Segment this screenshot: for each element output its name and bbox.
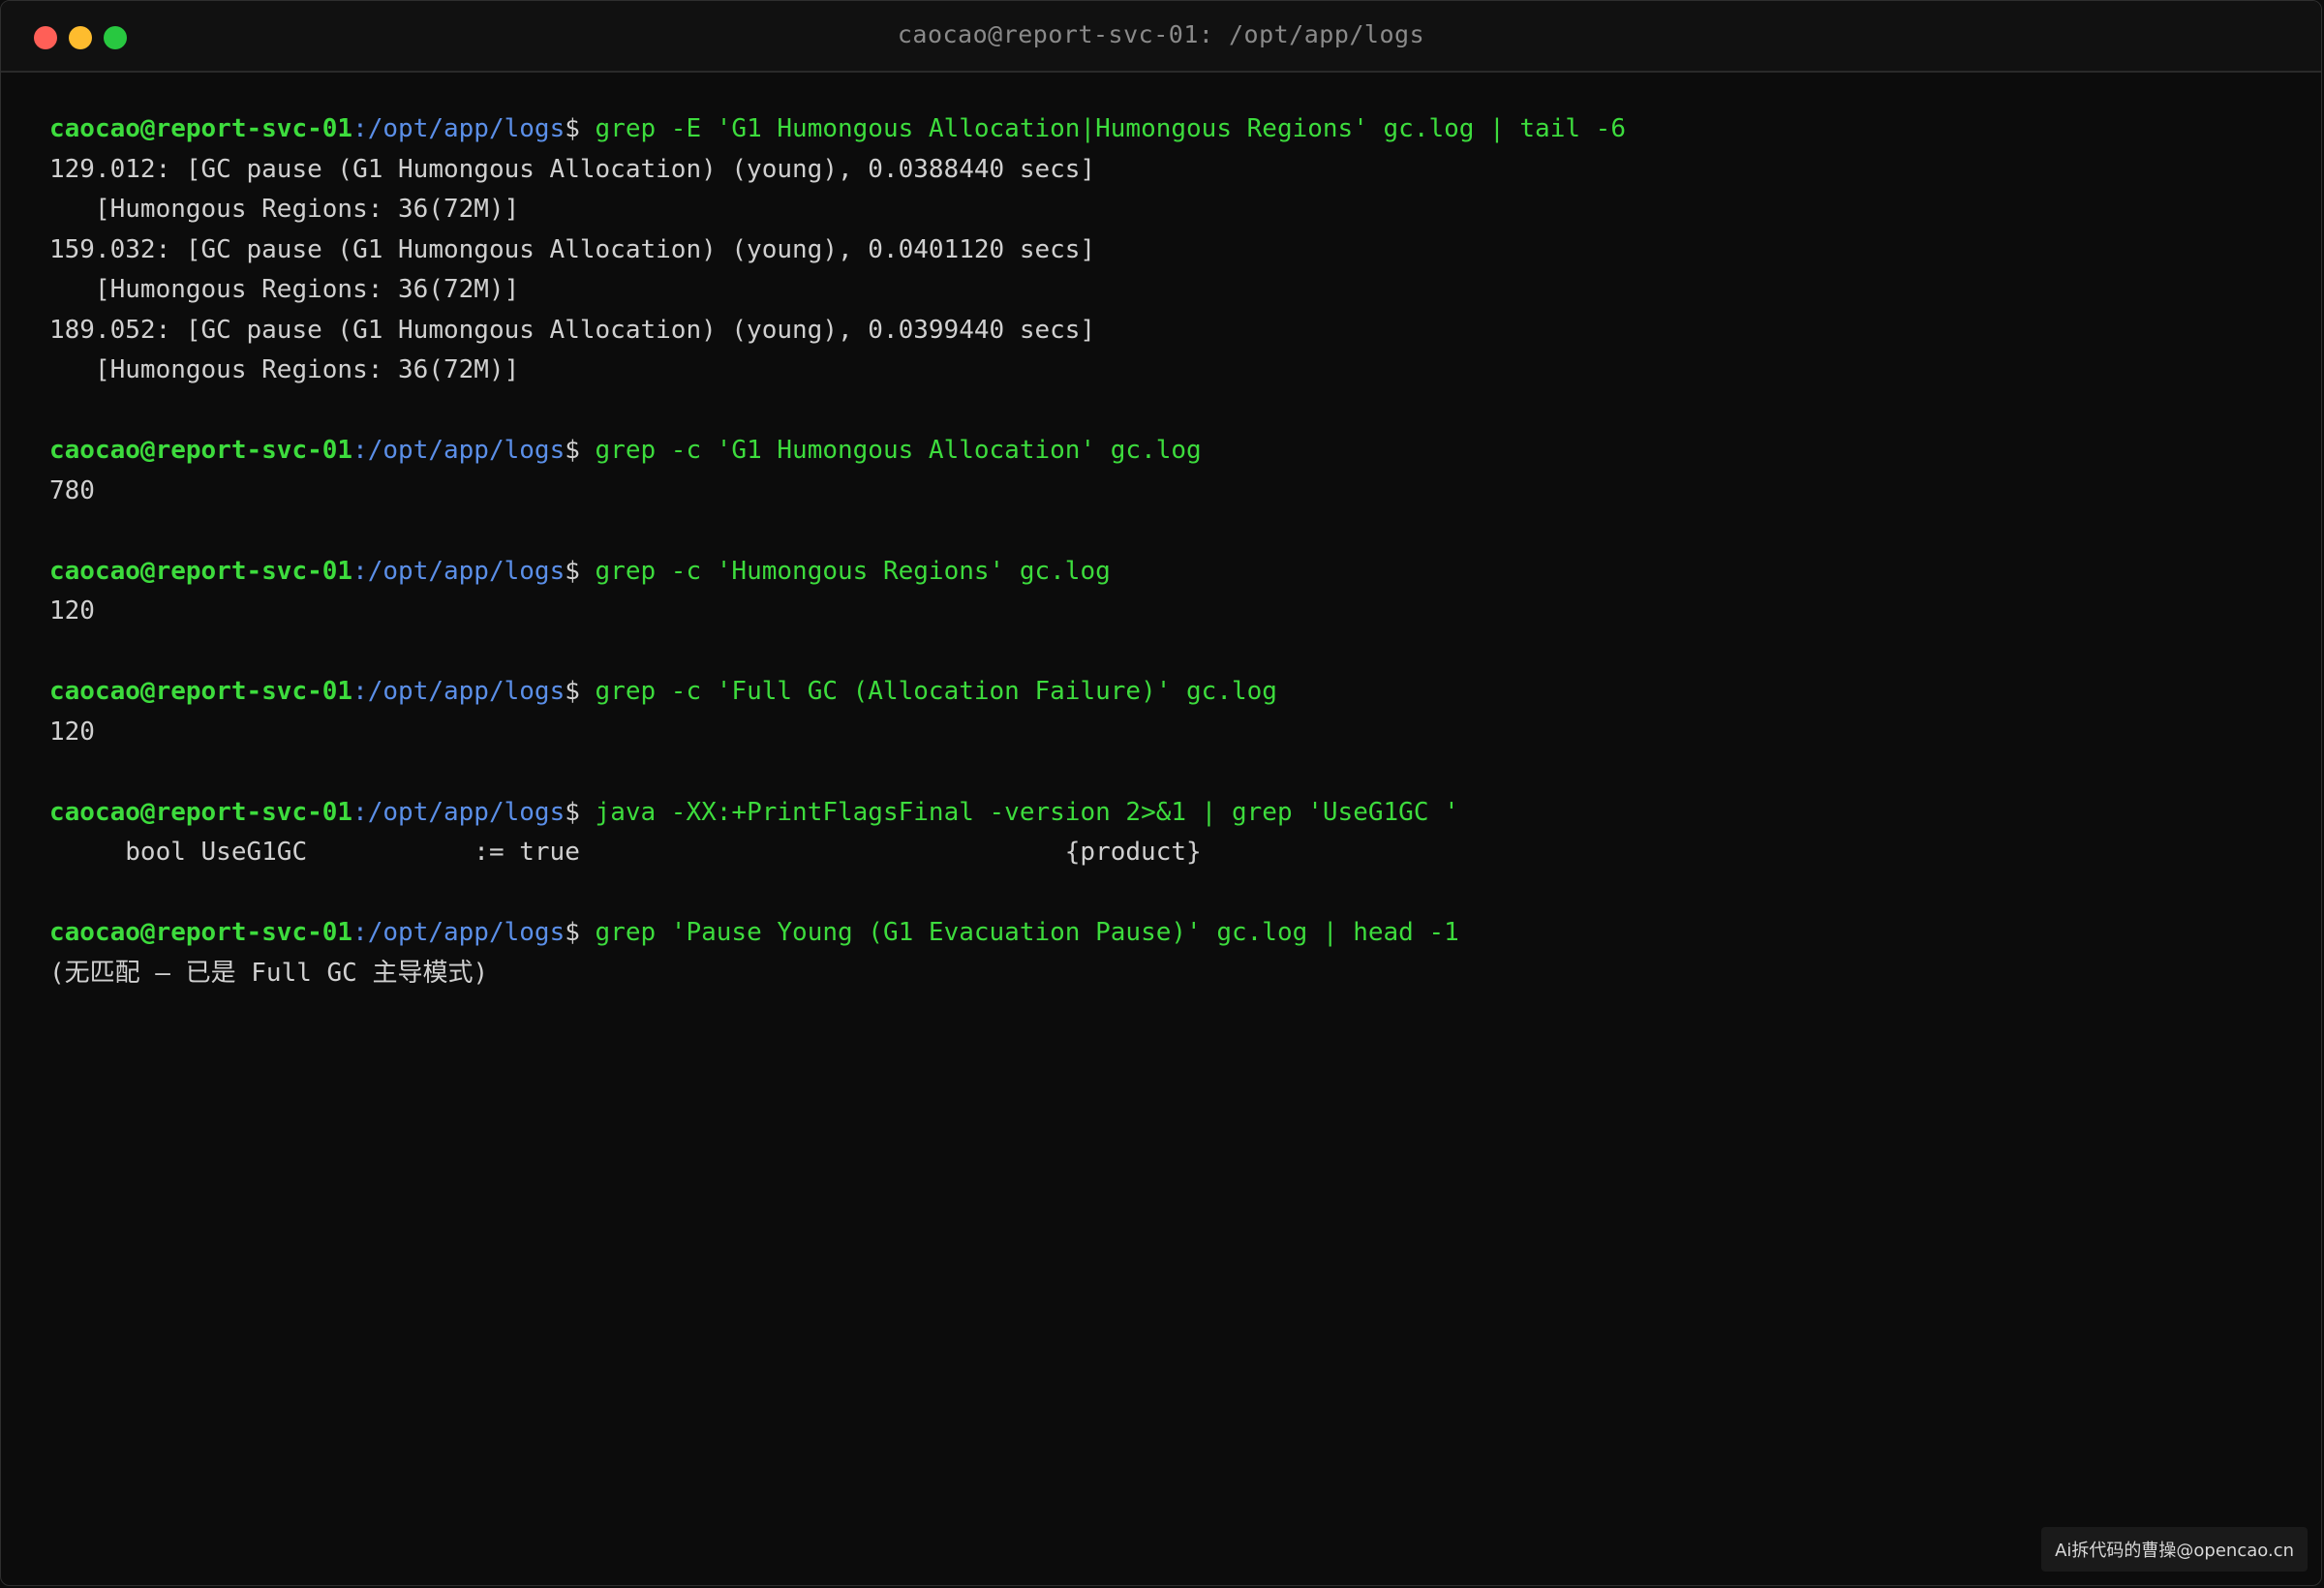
prompt-path: :/opt/app/logs	[352, 677, 566, 706]
output-line: 129.012: [GC pause (G1 Humongous Allocat…	[49, 154, 1096, 184]
command-line: caocao@report-svc-01:/opt/app/logs$ grep…	[49, 431, 2302, 472]
prompt-user-host: caocao@report-svc-01	[49, 556, 353, 586]
prompt-user-host: caocao@report-svc-01	[49, 114, 353, 143]
output-line: bool UseG1GC := true {product}	[49, 838, 1202, 867]
command-line: caocao@report-svc-01:/opt/app/logs$ java…	[49, 793, 2302, 834]
prompt-user-host: caocao@report-svc-01	[49, 677, 353, 706]
terminal-output[interactable]: caocao@report-svc-01:/opt/app/logs$ grep…	[49, 109, 2302, 993]
watermark: Ai拆代码的曹操@opencao.cn	[2041, 1527, 2308, 1572]
command-text: grep -c 'Humongous Regions' gc.log	[579, 556, 1111, 586]
prompt-symbol: $	[565, 556, 580, 586]
prompt-symbol: $	[565, 677, 580, 706]
output-line: [Humongous Regions: 36(72M)]	[49, 355, 520, 384]
command-line: caocao@report-svc-01:/opt/app/logs$ grep…	[49, 552, 2302, 593]
command-text: grep -c 'G1 Humongous Allocation' gc.log	[579, 436, 1202, 465]
prompt-path: :/opt/app/logs	[352, 114, 566, 143]
title-bar: caocao@report-svc-01: /opt/app/logs	[1, 1, 2321, 73]
command-line: caocao@report-svc-01:/opt/app/logs$ grep…	[49, 109, 2302, 150]
window-title: caocao@report-svc-01: /opt/app/logs	[897, 20, 1425, 48]
output-line: 189.052: [GC pause (G1 Humongous Allocat…	[49, 315, 1096, 345]
prompt-symbol: $	[565, 114, 580, 143]
prompt-path: :/opt/app/logs	[352, 918, 566, 947]
output-line: 120	[49, 596, 95, 626]
output-line: 159.032: [GC pause (G1 Humongous Allocat…	[49, 234, 1096, 264]
prompt-symbol: $	[565, 436, 580, 465]
output-line: [Humongous Regions: 36(72M)]	[49, 275, 520, 304]
output-line: [Humongous Regions: 36(72M)]	[49, 195, 520, 224]
output-line: 120	[49, 717, 95, 747]
prompt-user-host: caocao@report-svc-01	[49, 918, 353, 947]
command-text: grep -c 'Full GC (Allocation Failure)' g…	[579, 677, 1277, 706]
prompt-path: :/opt/app/logs	[352, 556, 566, 586]
command-text: java -XX:+PrintFlagsFinal -version 2>&1 …	[579, 797, 1459, 827]
prompt-symbol: $	[565, 918, 580, 947]
command-text: grep -E 'G1 Humongous Allocation|Humongo…	[579, 114, 1626, 143]
output-line: (无匹配 — 已是 Full GC 主导模式)	[49, 958, 489, 988]
prompt-user-host: caocao@report-svc-01	[49, 436, 353, 465]
prompt-symbol: $	[565, 797, 580, 827]
prompt-user-host: caocao@report-svc-01	[49, 797, 353, 827]
prompt-path: :/opt/app/logs	[352, 436, 566, 465]
command-line: caocao@report-svc-01:/opt/app/logs$ grep…	[49, 913, 2302, 954]
prompt-path: :/opt/app/logs	[352, 797, 566, 827]
output-line: 780	[49, 475, 95, 505]
command-text: grep 'Pause Young (G1 Evacuation Pause)'…	[579, 918, 1459, 947]
terminal-window: caocao@report-svc-01: /opt/app/logs caoc…	[0, 0, 2322, 1586]
command-line: caocao@report-svc-01:/opt/app/logs$ grep…	[49, 672, 2302, 713]
